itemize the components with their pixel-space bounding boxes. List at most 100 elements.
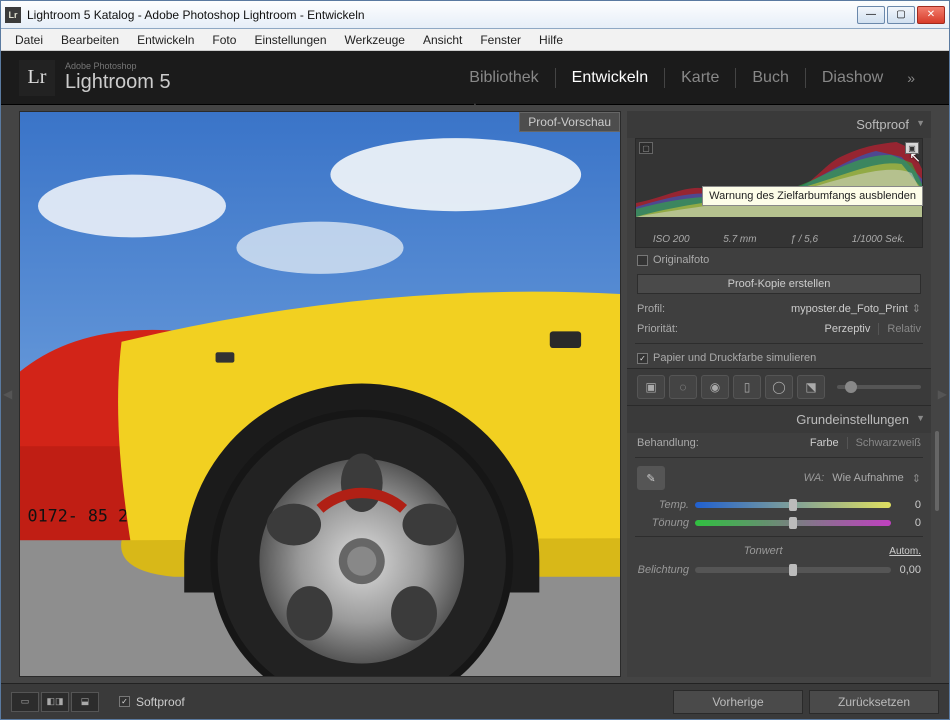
menu-datei[interactable]: Datei <box>7 31 51 49</box>
mask-slider[interactable] <box>837 385 921 389</box>
menu-einstellungen[interactable]: Einstellungen <box>246 31 334 49</box>
originalfoto-checkbox[interactable] <box>637 255 648 266</box>
menu-fenster[interactable]: Fenster <box>472 31 529 49</box>
treatment-bw[interactable]: Schwarzweiß <box>856 437 921 449</box>
minimize-button[interactable]: — <box>857 6 885 24</box>
temp-value[interactable]: 0 <box>891 499 921 511</box>
brand: Lr Adobe Photoshop Lightroom 5 <box>1 60 171 96</box>
brush-tool-icon[interactable]: ⬔ <box>797 375 825 399</box>
module-nav: Bibliothek Entwickeln Karte Buch Diashow… <box>453 68 949 88</box>
priority-row: Priorität: Perzeptiv Relativ <box>627 319 931 339</box>
dropdown-icon[interactable]: ⇕ <box>912 302 921 315</box>
tint-value[interactable]: 0 <box>891 517 921 529</box>
maximize-button[interactable]: ▢ <box>887 6 915 24</box>
sep <box>878 323 879 335</box>
previous-button[interactable]: Vorherige <box>673 690 803 714</box>
priority-perceptual[interactable]: Perzeptiv <box>825 323 871 335</box>
temp-slider[interactable] <box>695 502 891 508</box>
exif-shutter: 1/1000 Sek. <box>852 234 905 245</box>
tint-slider[interactable] <box>695 520 891 526</box>
softproof-panel-title[interactable]: Softproof <box>627 111 931 138</box>
window-controls: — ▢ ✕ <box>857 6 945 24</box>
wb-value[interactable]: Wie Aufnahme <box>832 472 904 484</box>
priority-label: Priorität: <box>637 323 678 335</box>
scrollbar[interactable] <box>935 431 939 511</box>
white-balance-row: ✎ WA: Wie Aufnahme ⇕ <box>627 462 931 496</box>
crop-tool-icon[interactable]: ▣ <box>637 375 665 399</box>
profile-value[interactable]: myposter.de_Foto_Print <box>791 303 908 315</box>
module-buch[interactable]: Buch <box>736 69 804 87</box>
exif-focal: 5.7 mm <box>723 234 756 245</box>
spot-tool-icon[interactable]: ◌ <box>669 375 697 399</box>
radial-tool-icon[interactable]: ◯ <box>765 375 793 399</box>
module-header: Lr Adobe Photoshop Lightroom 5 Bibliothe… <box>1 51 949 105</box>
tone-header: Tonwert Autom. <box>627 541 931 561</box>
cursor-icon: ↖ <box>909 149 921 166</box>
dropdown-icon[interactable]: ⇕ <box>912 472 921 485</box>
auto-tone-button[interactable]: Autom. <box>889 546 921 557</box>
app-window: Lr Lightroom 5 Katalog - Adobe Photoshop… <box>0 0 950 720</box>
create-proof-copy-button[interactable]: Proof-Kopie erstellen <box>637 274 921 294</box>
before-after-tb-icon[interactable]: ⬓ <box>71 692 99 712</box>
brand-large: Lightroom 5 <box>65 71 171 94</box>
temp-label: Temp. <box>637 499 695 511</box>
module-bibliothek[interactable]: Bibliothek <box>453 69 554 87</box>
app-body: Lr Adobe Photoshop Lightroom 5 Bibliothe… <box>1 51 949 719</box>
exposure-slider-row[interactable]: Belichtung 0,00 <box>627 561 931 579</box>
module-more-icon[interactable]: » <box>899 70 931 86</box>
treatment-label: Behandlung: <box>637 437 699 449</box>
shadow-clipping-icon[interactable]: ▢ <box>639 142 653 154</box>
workspace: ◀ ▶ Proof-Vorschau <box>1 105 949 683</box>
profile-row[interactable]: Profil: myposter.de_Foto_Print ⇕ <box>627 298 931 319</box>
module-entwickeln[interactable]: Entwickeln <box>556 69 664 87</box>
menu-ansicht[interactable]: Ansicht <box>415 31 470 49</box>
menu-werkzeuge[interactable]: Werkzeuge <box>337 31 413 49</box>
lightroom-logo-icon: Lr <box>19 60 55 96</box>
treatment-color[interactable]: Farbe <box>810 437 839 449</box>
collapse-left-icon[interactable]: ◀ <box>3 387 12 401</box>
brand-small: Adobe Photoshop <box>65 61 171 71</box>
sep <box>847 437 848 449</box>
simulate-paper-row[interactable]: ✓Papier und Druckfarbe simulieren <box>627 348 931 368</box>
softproof-checkbox[interactable]: ✓ <box>119 696 130 707</box>
develop-toolstrip: ▣ ◌ ◉ ▯ ◯ ⬔ <box>627 368 931 406</box>
divider <box>635 457 923 458</box>
view-mode-switcher: ▭ ◧◨ ⬓ <box>11 692 99 712</box>
module-karte[interactable]: Karte <box>665 69 735 87</box>
tint-slider-row[interactable]: Tönung 0 <box>627 514 931 532</box>
gradient-tool-icon[interactable]: ▯ <box>733 375 761 399</box>
menu-foto[interactable]: Foto <box>204 31 244 49</box>
image-preview[interactable]: Proof-Vorschau <box>19 111 621 677</box>
reset-button[interactable]: Zurücksetzen <box>809 690 939 714</box>
temp-slider-row[interactable]: Temp. 0 <box>627 496 931 514</box>
treatment-row: Behandlung: Farbe Schwarzweiß <box>627 433 931 453</box>
exif-iso: ISO 200 <box>653 234 690 245</box>
menu-bearbeiten[interactable]: Bearbeiten <box>53 31 127 49</box>
exposure-slider[interactable] <box>695 567 891 573</box>
eyedropper-icon[interactable]: ✎ <box>637 466 665 490</box>
menu-entwickeln[interactable]: Entwickeln <box>129 31 202 49</box>
wb-label: WA: <box>804 472 825 484</box>
basic-panel-title[interactable]: Grundeinstellungen <box>627 406 931 433</box>
module-diashow[interactable]: Diashow <box>806 69 899 87</box>
redeye-tool-icon[interactable]: ◉ <box>701 375 729 399</box>
close-button[interactable]: ✕ <box>917 6 945 24</box>
proof-preview-label: Proof-Vorschau <box>519 112 620 132</box>
originalfoto-row[interactable]: Originalfoto <box>627 250 931 270</box>
exposure-value[interactable]: 0,00 <box>891 564 921 576</box>
priority-relative[interactable]: Relativ <box>887 323 921 335</box>
exposure-label: Belichtung <box>637 564 695 576</box>
titlebar: Lr Lightroom 5 Katalog - Adobe Photoshop… <box>1 1 949 29</box>
loupe-view-icon[interactable]: ▭ <box>11 692 39 712</box>
profile-label: Profil: <box>637 303 665 315</box>
divider <box>635 536 923 537</box>
menubar: Datei Bearbeiten Entwickeln Foto Einstel… <box>1 29 949 51</box>
exif-aperture: ƒ / 5,6 <box>790 234 818 245</box>
menu-hilfe[interactable]: Hilfe <box>531 31 571 49</box>
before-after-lr-icon[interactable]: ◧◨ <box>41 692 69 712</box>
tone-label: Tonwert <box>744 545 783 557</box>
collapse-right-icon[interactable]: ▶ <box>938 387 947 401</box>
tint-label: Tönung <box>637 517 695 529</box>
softproof-toggle[interactable]: ✓ Softproof <box>119 695 185 709</box>
simulate-paper-checkbox[interactable]: ✓ <box>637 353 648 364</box>
